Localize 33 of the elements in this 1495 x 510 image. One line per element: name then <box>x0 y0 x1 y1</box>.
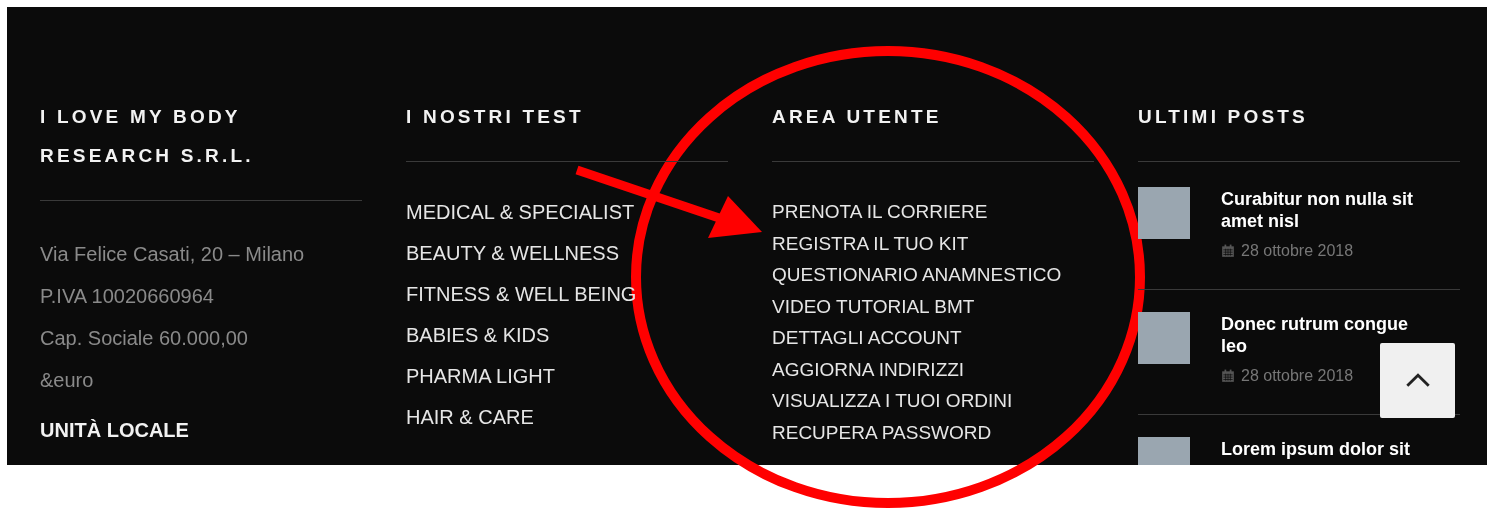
calendar-icon <box>1221 244 1235 258</box>
column-heading: AREA UTENTE <box>772 105 943 129</box>
address-line: P.IVA 10020660964 <box>40 284 215 309</box>
post-title-link[interactable]: Lorem ipsum dolor sit <box>1221 438 1433 460</box>
back-to-top-button[interactable] <box>1380 343 1455 418</box>
post-title-link[interactable]: Donec rutrum congue leo <box>1221 313 1433 357</box>
footer-link[interactable]: AGGIORNA INDIRIZZI <box>772 353 965 385</box>
address-line: &euro <box>40 368 95 393</box>
footer-link[interactable]: BEAUTY & WELLNESS <box>406 233 620 274</box>
footer-link[interactable]: PHARMA LIGHT <box>406 356 555 397</box>
footer-link[interactable]: RECUPERA PASSWORD <box>772 416 992 448</box>
section-subheading: UNITÀ LOCALE <box>40 418 190 443</box>
chevron-up-icon <box>1404 373 1431 388</box>
address-line: Cap. Sociale 60.000,00 <box>40 326 249 351</box>
column-heading: I NOSTRI TEST <box>406 105 585 129</box>
footer-link[interactable]: BABIES & KIDS <box>406 315 550 356</box>
photo-placeholder <box>1138 312 1190 364</box>
photo-placeholder <box>1138 187 1190 239</box>
footer-link[interactable]: REGISTRA IL TUO KIT <box>772 227 969 259</box>
footer-link[interactable]: DETTAGLI ACCOUNT <box>772 322 962 354</box>
post-date: 28 ottobre 2018 <box>1241 242 1354 260</box>
calendar-icon <box>1221 369 1235 383</box>
post-title-link[interactable]: Curabitur non nulla sit amet nisl <box>1221 188 1433 232</box>
footer-link[interactable]: MEDICAL & SPECIALIST <box>406 192 635 233</box>
footer-link[interactable]: VISUALIZZA I TUOI ORDINI <box>772 385 1013 417</box>
post-date: 28 ottobre 2018 <box>1241 367 1354 385</box>
footer-link[interactable]: PRENOTA IL CORRIERE <box>772 196 988 228</box>
footer-link[interactable]: QUESTIONARIO ANAMNESTICO <box>772 259 1062 291</box>
footer-link[interactable]: HAIR & CARE <box>406 397 534 438</box>
address-line: Via Felice Casati, 20 – Milano <box>40 242 306 267</box>
footer-link[interactable]: VIDEO TUTORIAL BMT <box>772 290 975 322</box>
column-heading: I LOVE MY BODY RESEARCH S.R.L. <box>40 105 255 168</box>
column-heading: ULTIMI POSTS <box>1138 105 1309 129</box>
